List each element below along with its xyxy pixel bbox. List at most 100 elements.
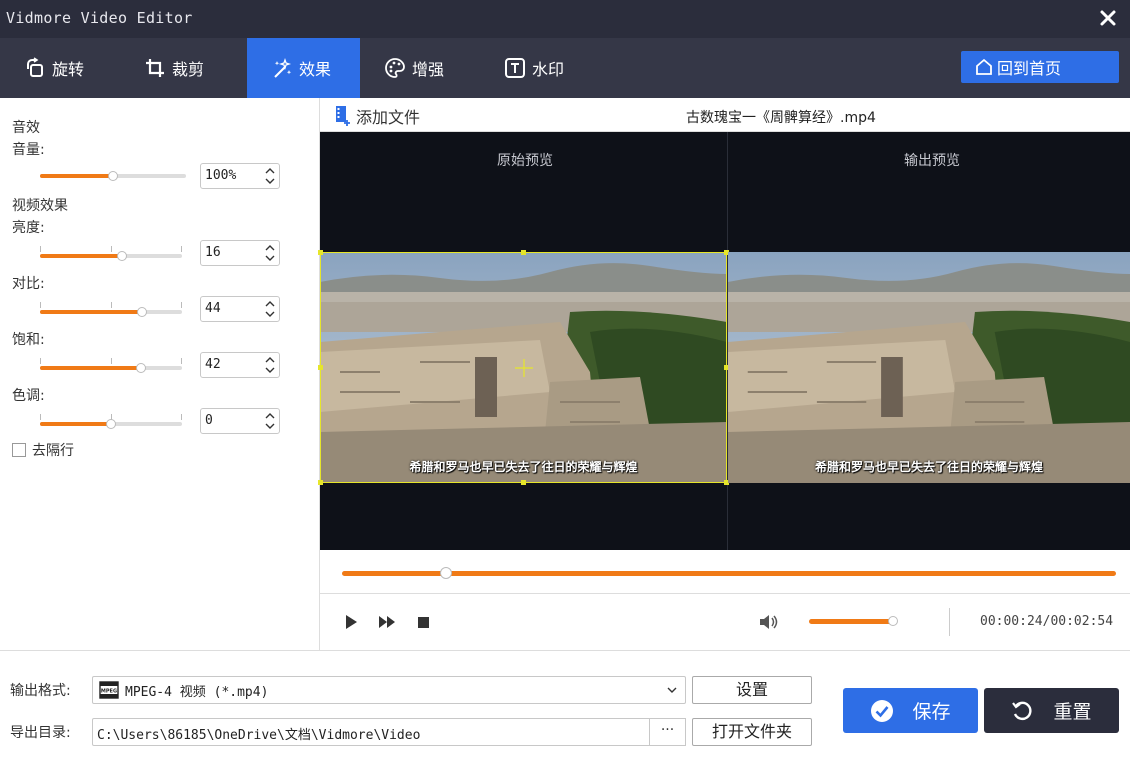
hue-label: 色调: (12, 388, 45, 404)
play-icon[interactable] (342, 613, 360, 631)
saturation-slider[interactable] (40, 358, 182, 378)
format-select[interactable]: MPEG MPEG-4 视频 (*.mp4) (92, 676, 686, 704)
contrast-slider-knob[interactable] (137, 307, 148, 317)
check-circle-icon (871, 699, 894, 722)
contrast-slider[interactable] (40, 302, 182, 322)
add-file-label: 添加文件 (356, 108, 421, 127)
save-label: 保存 (912, 701, 951, 723)
watermark-icon (505, 58, 525, 78)
hue-slider[interactable] (40, 414, 182, 434)
saturation-spinbox[interactable]: 42 (200, 352, 280, 378)
video-section-title: 视频效果 (12, 198, 68, 214)
tab-rotate[interactable]: 旋转 (0, 38, 113, 98)
saturation-label: 饱和: (12, 332, 45, 348)
contrast-slider-fill (40, 310, 143, 314)
save-button[interactable]: 保存 (843, 688, 978, 733)
volume-slider[interactable] (40, 166, 186, 186)
tab-label: 水印 (532, 60, 565, 79)
brightness-slider-knob[interactable] (117, 251, 128, 261)
tab-label: 效果 (299, 60, 332, 79)
tab-crop[interactable]: 裁剪 (120, 38, 233, 98)
tab-watermark[interactable]: 水印 (480, 38, 593, 98)
hue-slider-fill (40, 422, 111, 426)
crop-icon (146, 59, 164, 77)
format-value: MPEG-4 视频 (*.mp4) (125, 684, 269, 700)
timeline-knob[interactable] (440, 567, 453, 579)
close-icon[interactable] (1096, 6, 1120, 30)
playback-volume-knob[interactable] (888, 616, 899, 626)
home-button-label: 回到首页 (997, 59, 1062, 78)
hue-spinbox[interactable]: 0 (200, 408, 280, 434)
volume-slider-fill (40, 174, 113, 178)
tab-label: 裁剪 (172, 60, 205, 79)
output-preview-label: 输出预览 (904, 153, 960, 169)
deinterlace-label: 去隔行 (32, 443, 74, 459)
crop-selection-box[interactable] (318, 250, 729, 485)
open-folder-button[interactable]: 打开文件夹 (692, 718, 812, 746)
deinterlace-checkbox[interactable] (12, 443, 26, 457)
tab-label: 旋转 (52, 60, 85, 79)
hue-slider-knob[interactable] (106, 419, 116, 429)
brightness-slider-fill (40, 254, 123, 258)
preview-area: 原始预览 输出预览 希腊和罗马也早已失去了往日的荣耀与辉煌 希腊和罗马也早已失去… (318, 132, 1130, 550)
settings-button[interactable]: 设置 (692, 676, 812, 704)
tab-bar: 旋转 裁剪 效果 增强 水印 回到首页 (0, 38, 1130, 98)
volume-spinbox[interactable]: 100% (200, 163, 280, 189)
spin-arrows-icon[interactable] (264, 166, 276, 186)
volume-icon[interactable] (758, 613, 780, 631)
output-subtitle: 希腊和罗马也早已失去了往日的荣耀与辉煌 (814, 460, 1043, 474)
volume-slider-knob[interactable] (108, 171, 118, 181)
brightness-slider[interactable] (40, 246, 182, 266)
volume-label: 音量: (12, 142, 45, 158)
mpeg-file-icon: MPEG (99, 681, 119, 699)
tab-enhance[interactable]: 增强 (360, 38, 473, 98)
svg-text:MPEG: MPEG (101, 689, 117, 695)
chevron-down-icon (667, 687, 677, 693)
timeline-track[interactable] (342, 571, 1116, 576)
spin-arrows-icon[interactable] (264, 355, 276, 375)
contrast-value: 44 (205, 301, 221, 316)
effects-icon (274, 57, 292, 78)
original-preview-label: 原始预览 (497, 153, 553, 169)
export-dir-input[interactable]: C:\Users\86185\OneDrive\文档\Vidmore\Video (92, 718, 650, 746)
home-button[interactable]: 回到首页 (961, 51, 1119, 83)
format-label: 输出格式: (10, 683, 71, 699)
file-bar: 添加文件 古数瑰宝一《周髀算经》.mp4 (320, 98, 1130, 132)
file-name: 古数瑰宝一《周髀算经》.mp4 (686, 110, 876, 126)
contrast-label: 对比: (12, 276, 45, 292)
timeline[interactable] (320, 550, 1130, 594)
playback-volume-slider[interactable] (809, 619, 897, 624)
saturation-value: 42 (205, 357, 221, 372)
reset-icon (1012, 701, 1032, 720)
browse-button[interactable]: ··· (649, 718, 686, 746)
window-title: Vidmore Video Editor (6, 9, 193, 27)
time-display: 00:00:24/00:02:54 (980, 614, 1114, 629)
tab-effects[interactable]: 效果 (247, 38, 360, 98)
export-dir-label: 导出目录: (10, 725, 71, 741)
home-icon (976, 58, 992, 75)
output-preview-video[interactable]: 希腊和罗马也早已失去了往日的荣耀与辉煌 (728, 252, 1130, 483)
brightness-spinbox[interactable]: 16 (200, 240, 280, 266)
brightness-label: 亮度: (12, 220, 45, 236)
audio-section-title: 音效 (12, 120, 40, 136)
spin-arrows-icon[interactable] (264, 299, 276, 319)
output-bar: 输出格式: MPEG MPEG-4 视频 (*.mp4) 设置 导出目录: C:… (0, 650, 1130, 764)
volume-value: 100% (205, 168, 237, 183)
tab-label: 增强 (412, 60, 445, 79)
stop-icon[interactable] (414, 613, 432, 631)
contrast-spinbox[interactable]: 44 (200, 296, 280, 322)
playback-controls: 00:00:24/00:02:54 (320, 594, 1130, 650)
reset-label: 重置 (1053, 701, 1092, 723)
saturation-slider-knob[interactable] (135, 363, 146, 373)
ruins-scene-output-image (728, 252, 1130, 483)
effects-panel: 音效 音量: 100% 视频效果 亮度: 16 对比: 44 饱和: 42 色调… (0, 98, 320, 650)
crosshair-icon (515, 359, 533, 377)
spin-arrows-icon[interactable] (264, 243, 276, 263)
spin-arrows-icon[interactable] (264, 411, 276, 431)
reset-button[interactable]: 重置 (984, 688, 1119, 733)
fast-forward-icon[interactable] (378, 613, 396, 631)
add-file-icon (336, 106, 350, 126)
brightness-value: 16 (205, 245, 221, 260)
add-file-button[interactable]: 添加文件 (334, 104, 420, 128)
rotate-icon (27, 57, 43, 77)
